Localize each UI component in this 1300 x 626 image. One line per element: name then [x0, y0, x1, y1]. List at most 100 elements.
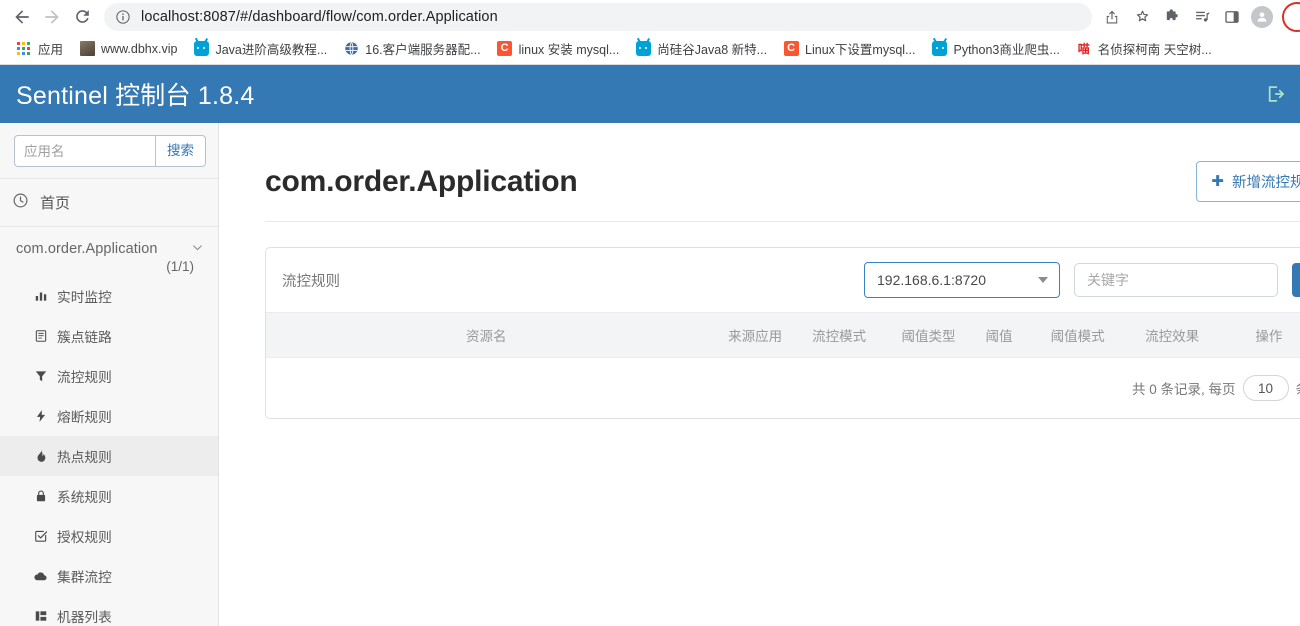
profile-status-ring[interactable] — [1282, 2, 1300, 32]
app-body: 搜索 首页 com.order.Application — [0, 123, 1300, 626]
forward-arrow-icon — [42, 7, 62, 27]
bookmark-label: Java进阶高级教程... — [215, 39, 327, 58]
flow-rules-table: 资源名 来源应用 流控模式 阈值类型 阈值 阈值模式 流控效果 操作 — [266, 312, 1300, 358]
card-toolbar: 流控规则 192.168.6.1:8720 刷新 — [266, 248, 1300, 312]
bookmark-item[interactable]: www.dbhx.vip — [71, 38, 185, 60]
extensions-button[interactable] — [1158, 3, 1186, 31]
url-text: localhost:8087/#/dashboard/flow/com.orde… — [141, 9, 498, 25]
sidebar: 搜索 首页 com.order.Application — [0, 123, 219, 626]
header-divider — [265, 221, 1300, 222]
flow-rules-card: 流控规则 192.168.6.1:8720 刷新 资源名 来源应用 流控模式 — [265, 247, 1300, 419]
fire-icon — [33, 449, 48, 464]
bookmark-item[interactable]: 16.客户端服务器配... — [335, 36, 488, 61]
forward-button[interactable] — [38, 3, 66, 31]
sidebar-item-label: 熔断规则 — [57, 406, 112, 426]
sidebar-item-label: 簇点链路 — [57, 326, 112, 346]
cloud-icon — [33, 569, 48, 584]
bookmark-item[interactable]: C linux 安装 mysql... — [489, 36, 628, 61]
globe-favicon-icon — [343, 41, 359, 57]
lock-icon — [33, 489, 48, 504]
sidebar-item-realtime-monitor[interactable]: 实时监控 — [0, 276, 218, 316]
sidebar-item-label: 首页 — [40, 192, 70, 213]
sidebar-item-flow-rules[interactable]: 流控规则 — [0, 356, 218, 396]
bookmark-label: 16.客户端服务器配... — [365, 39, 480, 58]
sidebar-app-group[interactable]: com.order.Application (1/1) — [0, 227, 218, 274]
chevron-down-icon — [1038, 277, 1048, 283]
browser-toolbar: localhost:8087/#/dashboard/flow/com.orde… — [0, 0, 1300, 33]
sidebar-item-home[interactable]: 首页 — [0, 179, 218, 226]
bookmark-star-button[interactable] — [1128, 3, 1156, 31]
sentinel-dashboard: Sentinel 控制台 1.8.4 搜索 — [0, 65, 1300, 626]
column-header-flow-effect: 流控效果 — [1145, 313, 1255, 358]
page-size-input[interactable] — [1243, 375, 1289, 401]
reload-icon — [73, 7, 92, 26]
bookmark-label: 应用 — [38, 39, 63, 58]
column-header-operations: 操作 — [1255, 313, 1300, 358]
column-header-source-app: 来源应用 — [728, 313, 812, 358]
bookmark-star-icon — [1133, 7, 1152, 26]
record-total-text: 共 0 条记录, 每页 — [1132, 378, 1236, 398]
apps-grid-icon — [16, 41, 32, 57]
miao-favicon-icon: 喵 — [1076, 41, 1092, 57]
chevron-down-icon[interactable] — [191, 241, 204, 258]
bookmark-item[interactable]: Python3商业爬虫... — [924, 36, 1068, 61]
main-content: com.order.Application ✚ 新增流控规则 流控规则 192.… — [219, 123, 1300, 626]
list-document-icon — [33, 329, 48, 344]
reload-button[interactable] — [68, 3, 96, 31]
sidebar-item-param-flow-rules[interactable]: 热点规则 — [0, 436, 218, 476]
share-icon — [1103, 8, 1121, 26]
refresh-button[interactable]: 刷新 — [1292, 263, 1300, 297]
sidebar-item-authority-rules[interactable]: 授权规则 — [0, 516, 218, 556]
table-header-row: 资源名 来源应用 流控模式 阈值类型 阈值 阈值模式 流控效果 操作 — [266, 313, 1300, 358]
card-title: 流控规则 — [282, 270, 850, 291]
back-arrow-icon — [12, 7, 32, 27]
profile-avatar-icon — [1251, 6, 1273, 28]
table-footer: 共 0 条记录, 每页 条记录 — [266, 358, 1300, 418]
sidebar-item-label: 集群流控 — [57, 566, 112, 586]
bookmark-item[interactable]: 喵 名侦探柯南 天空树... — [1068, 36, 1220, 61]
search-input[interactable] — [14, 135, 155, 167]
site-info-icon[interactable] — [115, 9, 131, 25]
logout-icon — [1264, 83, 1286, 105]
column-header-threshold-mode: 阈值模式 — [1051, 313, 1146, 358]
bilibili-favicon-icon — [635, 41, 651, 57]
share-button[interactable] — [1098, 3, 1126, 31]
app-header: Sentinel 控制台 1.8.4 — [0, 65, 1300, 123]
sidebar-app-group-count: (1/1) — [16, 259, 204, 274]
filter-icon — [33, 369, 48, 384]
sidebar-item-machine-list[interactable]: 机器列表 — [0, 596, 218, 626]
bilibili-favicon-icon — [193, 41, 209, 57]
back-button[interactable] — [8, 3, 36, 31]
extensions-puzzle-icon — [1163, 7, 1182, 26]
bookmark-item[interactable]: Java进阶高级教程... — [185, 36, 335, 61]
bookmark-item[interactable]: C Linux下设置mysql... — [775, 36, 923, 61]
bookmark-label: linux 安装 mysql... — [519, 39, 620, 58]
app-search-row: 搜索 — [0, 123, 218, 178]
sidebar-menu: 实时监控 簇点链路 — [0, 274, 218, 626]
logout-button[interactable] — [1264, 83, 1286, 105]
sidebar-item-system-rules[interactable]: 系统规则 — [0, 476, 218, 516]
address-bar[interactable]: localhost:8087/#/dashboard/flow/com.orde… — [104, 3, 1092, 31]
reading-list-button[interactable] — [1188, 3, 1216, 31]
bookmark-label: Python3商业爬虫... — [954, 39, 1060, 58]
record-suffix-text: 条记录 — [1296, 378, 1300, 398]
sidebar-item-label: 系统规则 — [57, 486, 112, 506]
column-header-resource: 资源名 — [266, 313, 728, 358]
table-header: 资源名 来源应用 流控模式 阈值类型 阈值 阈值模式 流控效果 操作 — [266, 313, 1300, 358]
bookmark-apps[interactable]: 应用 — [8, 36, 71, 61]
profile-button[interactable] — [1248, 3, 1276, 31]
sidebar-item-degrade-rules[interactable]: 熔断规则 — [0, 396, 218, 436]
machine-select[interactable]: 192.168.6.1:8720 — [864, 262, 1060, 298]
bookmark-item[interactable]: 尚硅谷Java8 新特... — [627, 36, 775, 61]
search-button[interactable]: 搜索 — [155, 135, 206, 167]
sidebar-item-cluster-flow[interactable]: 集群流控 — [0, 556, 218, 596]
check-square-icon — [33, 529, 48, 544]
add-flow-rule-button[interactable]: ✚ 新增流控规则 — [1196, 161, 1300, 202]
side-panel-button[interactable] — [1218, 3, 1246, 31]
reading-list-icon — [1193, 7, 1212, 26]
browser-chrome: localhost:8087/#/dashboard/flow/com.orde… — [0, 0, 1300, 65]
sidebar-item-cluster-link[interactable]: 簇点链路 — [0, 316, 218, 356]
keyword-input[interactable] — [1074, 263, 1278, 297]
bilibili-favicon-icon — [932, 41, 948, 57]
app-title: Sentinel 控制台 1.8.4 — [16, 76, 254, 112]
